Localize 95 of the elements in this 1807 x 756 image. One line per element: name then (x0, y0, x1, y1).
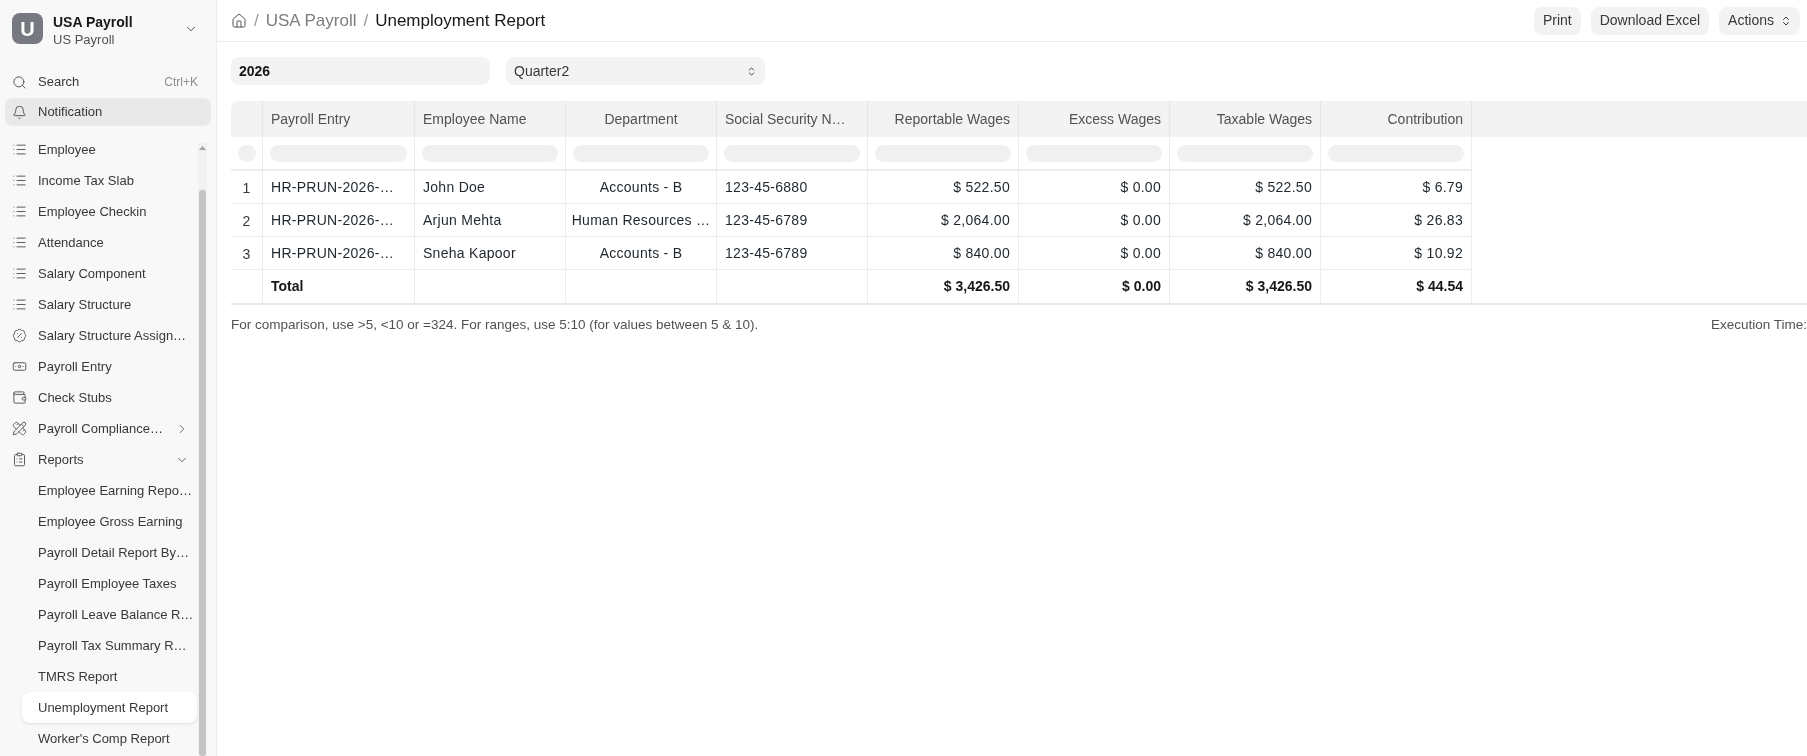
text-field[interactable]: 2026 (231, 57, 490, 85)
page-title: Unemployment Report (375, 9, 546, 32)
home-icon[interactable] (231, 12, 247, 29)
list-icon (12, 204, 27, 219)
wallet-icon (12, 390, 27, 405)
sidebar-item[interactable]: Salary Structure (0, 289, 198, 320)
table-cell-text: $ 522.50 (1255, 177, 1312, 197)
workspace-logo[interactable]: U (12, 13, 43, 44)
table-cell-text: Arjun Mehta (423, 210, 502, 230)
row-index: 3 (242, 245, 251, 264)
column-header[interactable]: Reportable Wages (868, 101, 1019, 137)
table-cell-text: $ 840.00 (1255, 243, 1312, 263)
banknote-icon (12, 359, 27, 374)
bell-icon (12, 104, 27, 120)
table-cell-text: 123-45-6789 (725, 243, 808, 263)
pencil-ruler-icon (12, 421, 27, 436)
workspace-subtitle: US Payroll (53, 31, 116, 48)
sidebar-subitem[interactable]: Payroll Leave Balance R… (22, 599, 197, 630)
sidebar-subitem[interactable]: Worker's Comp Report (22, 723, 197, 754)
scroll-up-arrow-icon[interactable] (199, 146, 206, 150)
up-down-chevron-icon (746, 65, 757, 77)
execution-time-label: Execution Time: (1710, 316, 1807, 334)
table-cell-text: $ 10.92 (1414, 243, 1463, 263)
sidebar-item[interactable]: Employee Checkin (0, 196, 198, 227)
sidebar-item[interactable]: Salary Structure Assign… (0, 320, 198, 351)
table-cell-text: $ 2,064.00 (941, 210, 1010, 230)
sidebar-item[interactable]: Income Tax Slab (0, 165, 198, 196)
breadcrumb-link[interactable]: USA Payroll (265, 7, 357, 34)
breadcrumb-separator: / (254, 9, 259, 32)
notification-button[interactable]: Notification (5, 98, 211, 126)
sidebar-subitem[interactable]: Payroll Tax Summary R… (22, 630, 197, 661)
search-icon (12, 74, 27, 90)
table-cell-text: $ 2,064.00 (1243, 210, 1312, 230)
sidebar-item[interactable]: Reports (0, 444, 198, 475)
total-cell-text: $ 3,426.50 (943, 277, 1010, 296)
column-header[interactable]: Employee Name (415, 101, 566, 137)
shortcut-hint: Ctrl+K (164, 74, 198, 91)
column-header[interactable]: Department (566, 101, 717, 137)
sidebar-item[interactable]: Salary Component (0, 258, 198, 289)
column-header[interactable]: Contribution (1321, 101, 1472, 137)
list-icon (12, 235, 27, 250)
sidebar-subitem[interactable]: TMRS Report (22, 661, 197, 692)
list-icon (12, 297, 27, 312)
badge-icon (12, 328, 27, 343)
column-header[interactable]: Payroll Entry (263, 101, 415, 137)
column-header[interactable]: Taxable Wages (1170, 101, 1321, 137)
scrollbar-thumb[interactable] (199, 190, 206, 756)
total-cell-text: $ 44.54 (1416, 277, 1463, 296)
table-cell-text: $ 6.79 (1422, 177, 1463, 197)
breadcrumb-separator: / (363, 9, 369, 32)
toolbar-button[interactable]: Print (1533, 6, 1581, 35)
sidebar-subitem[interactable]: Payroll Employee Taxes (22, 568, 197, 599)
table-cell-text: 123-45-6789 (725, 210, 808, 230)
table-cell-text: John Doe (423, 177, 486, 197)
sidebar-subitem[interactable]: Employee Gross Earning (22, 506, 197, 537)
sidebar-item[interactable]: Payroll Compliance… (0, 413, 198, 444)
table-cell-text: HR-PRUN-2026-… (271, 243, 394, 263)
sidebar-subitem[interactable]: Unemployment Report (22, 692, 197, 723)
total-cell-text: $ 0.00 (1122, 277, 1161, 296)
column-header[interactable]: Excess Wages (1019, 101, 1170, 137)
table-cell-text: $ 0.00 (1120, 210, 1161, 230)
table-cell-text: $ 0.00 (1120, 243, 1161, 263)
toolbar-button[interactable]: Download Excel (1590, 6, 1710, 35)
table-cell-text: HR-PRUN-2026-… (271, 210, 394, 230)
actions-dropdown-button[interactable]: Actions (1719, 6, 1800, 35)
list-icon (12, 266, 27, 281)
total-cell-text: $ 3,426.50 (1245, 277, 1312, 296)
total-label: Total (271, 277, 304, 296)
table-cell-text: Accounts - B (599, 177, 683, 197)
select-field[interactable]: Quarter2 (506, 57, 765, 85)
sidebar-item[interactable]: Check Stubs (0, 382, 198, 413)
table-cell-text: 123-45-6880 (725, 177, 808, 197)
table-cell-text: $ 840.00 (953, 243, 1010, 263)
table-cell-text: $ 0.00 (1120, 177, 1161, 197)
table-cell-text: $ 522.50 (953, 177, 1010, 197)
sidebar-subitem[interactable]: Payroll Detail Report By… (22, 537, 197, 568)
row-index: 2 (242, 212, 251, 231)
filter-hint-text: For comparison, use >5, <10 or =324. For ranges, use 5:10 (for values between 5 & 10). (231, 316, 759, 334)
table-cell-text: Sneha Kapoor (423, 243, 516, 263)
table-cell-text: Human Resources … (571, 210, 711, 230)
clipboard-icon (12, 452, 27, 467)
column-header[interactable]: Social Security N… (717, 101, 868, 137)
sidebar-item[interactable]: Payroll Entry (0, 351, 198, 382)
list-icon (12, 142, 27, 157)
sidebar-item[interactable]: Employee (0, 134, 198, 165)
up-down-chevron-icon (1780, 14, 1792, 27)
sidebar-subitem[interactable]: Employee Earning Repo… (22, 475, 197, 506)
table-cell-text: $ 26.83 (1414, 210, 1463, 230)
search-button[interactable]: Search Ctrl+K (0, 68, 216, 96)
list-icon (12, 173, 27, 188)
table-cell-text: Accounts - B (599, 243, 683, 263)
row-index: 1 (242, 179, 251, 198)
table-cell-text: HR-PRUN-2026-… (271, 177, 394, 197)
sidebar-item[interactable]: Attendance (0, 227, 198, 258)
workspace-title: USA Payroll (53, 13, 134, 31)
